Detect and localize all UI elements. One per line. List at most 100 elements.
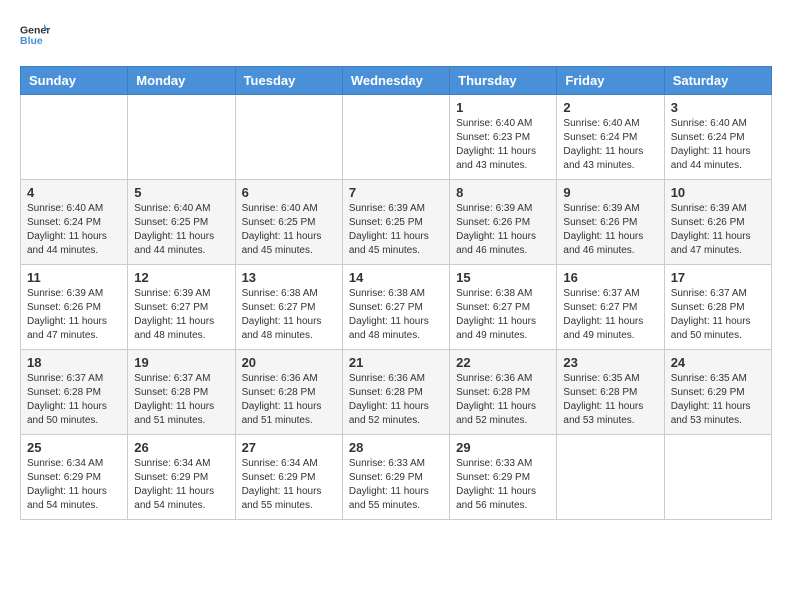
calendar-cell: 8 Sunrise: 6:39 AM Sunset: 6:26 PM Daylig… — [450, 180, 557, 265]
day-info: Sunrise: 6:36 AM Sunset: 6:28 PM Dayligh… — [349, 372, 443, 428]
calendar-cell: 9Sunrise: 6:39 AM Sunset: 6:26 PM Daylig… — [557, 180, 664, 265]
calendar-week-row: 1 Sunrise: 6:40 AM Sunset: 6:23 PM Daylig… — [21, 95, 772, 180]
svg-text:Blue: Blue — [20, 35, 43, 47]
day-number: 19 — [134, 355, 228, 370]
day-number: 8 — [456, 185, 550, 200]
day-info: Sunrise: 6:39 AM Sunset: 6:25 PM Dayligh… — [349, 202, 443, 258]
day-info: Sunrise: 6:33 AM Sunset: 6:29 PM Dayligh… — [349, 457, 443, 513]
calendar-cell: 13 Sunrise: 6:38 AM Sunset: 6:27 PM Dayli… — [235, 265, 342, 350]
day-number: 22 — [456, 355, 550, 370]
day-number: 18 — [27, 355, 121, 370]
day-number: 21 — [349, 355, 443, 370]
calendar-week-row: 18 Sunrise: 6:37 AM Sunset: 6:28 PM Dayli… — [21, 350, 772, 435]
day-info: Sunrise: 6:36 AM Sunset: 6:28 PM Dayligh… — [456, 372, 550, 428]
column-header-tuesday: Tuesday — [235, 67, 342, 95]
calendar-cell: 19 Sunrise: 6:37 AM Sunset: 6:28 PM Dayli… — [128, 350, 235, 435]
day-number: 17 — [671, 270, 765, 285]
day-info: Sunrise: 6:36 AM Sunset: 6:28 PM Dayligh… — [242, 372, 336, 428]
calendar-table: SundayMondayTuesdayWednesdayThursdayFrid… — [20, 66, 772, 520]
calendar-cell: 17 Sunrise: 6:37 AM Sunset: 6:28 PM Dayli… — [664, 265, 771, 350]
day-info: Sunrise: 6:37 AM Sunset: 6:28 PM Dayligh… — [27, 372, 121, 428]
day-number: 13 — [242, 270, 336, 285]
day-number: 20 — [242, 355, 336, 370]
calendar-cell — [128, 95, 235, 180]
day-info: Sunrise: 6:40 AM Sunset: 6:25 PM Dayligh… — [242, 202, 336, 258]
day-info: Sunrise: 6:38 AM Sunset: 6:27 PM Dayligh… — [242, 287, 336, 343]
column-header-saturday: Saturday — [664, 67, 771, 95]
calendar-week-row: 4 Sunrise: 6:40 AM Sunset: 6:24 PM Daylig… — [21, 180, 772, 265]
day-info: Sunrise: 6:40 AM Sunset: 6:24 PM Dayligh… — [671, 117, 765, 173]
day-info: Sunrise: 6:40 AM Sunset: 6:24 PM Dayligh… — [27, 202, 121, 258]
day-number: 11 — [27, 270, 121, 285]
day-number: 25 — [27, 440, 121, 455]
calendar-cell: 24 Sunrise: 6:35 AM Sunset: 6:29 PM Dayli… — [664, 350, 771, 435]
calendar-cell: 25 Sunrise: 6:34 AM Sunset: 6:29 PM Dayli… — [21, 435, 128, 520]
calendar-cell: 2Sunrise: 6:40 AM Sunset: 6:24 PM Daylig… — [557, 95, 664, 180]
calendar-header-row: SundayMondayTuesdayWednesdayThursdayFrid… — [21, 67, 772, 95]
column-header-monday: Monday — [128, 67, 235, 95]
calendar-cell: 10 Sunrise: 6:39 AM Sunset: 6:26 PM Dayli… — [664, 180, 771, 265]
day-number: 12 — [134, 270, 228, 285]
logo-icon: General Blue — [20, 20, 50, 50]
day-number: 26 — [134, 440, 228, 455]
calendar-cell: 27Sunrise: 6:34 AM Sunset: 6:29 PM Dayli… — [235, 435, 342, 520]
day-number: 1 — [456, 100, 550, 115]
day-info: Sunrise: 6:39 AM Sunset: 6:27 PM Dayligh… — [134, 287, 228, 343]
calendar-cell: 18 Sunrise: 6:37 AM Sunset: 6:28 PM Dayli… — [21, 350, 128, 435]
day-number: 3 — [671, 100, 765, 115]
day-number: 24 — [671, 355, 765, 370]
calendar-cell: 23Sunrise: 6:35 AM Sunset: 6:28 PM Dayli… — [557, 350, 664, 435]
day-number: 27 — [242, 440, 336, 455]
calendar-cell — [21, 95, 128, 180]
day-info: Sunrise: 6:40 AM Sunset: 6:23 PM Dayligh… — [456, 117, 550, 173]
calendar-cell: 7 Sunrise: 6:39 AM Sunset: 6:25 PM Daylig… — [342, 180, 449, 265]
logo: General Blue — [20, 20, 50, 50]
calendar-cell: 3 Sunrise: 6:40 AM Sunset: 6:24 PM Daylig… — [664, 95, 771, 180]
day-number: 28 — [349, 440, 443, 455]
calendar-cell — [342, 95, 449, 180]
day-info: Sunrise: 6:40 AM Sunset: 6:24 PM Dayligh… — [563, 117, 657, 173]
calendar-cell: 15Sunrise: 6:38 AM Sunset: 6:27 PM Dayli… — [450, 265, 557, 350]
calendar-cell: 14 Sunrise: 6:38 AM Sunset: 6:27 PM Dayli… — [342, 265, 449, 350]
calendar-cell: 5 Sunrise: 6:40 AM Sunset: 6:25 PM Daylig… — [128, 180, 235, 265]
day-info: Sunrise: 6:39 AM Sunset: 6:26 PM Dayligh… — [563, 202, 657, 258]
column-header-thursday: Thursday — [450, 67, 557, 95]
calendar-cell: 16Sunrise: 6:37 AM Sunset: 6:27 PM Dayli… — [557, 265, 664, 350]
calendar-cell: 21 Sunrise: 6:36 AM Sunset: 6:28 PM Dayli… — [342, 350, 449, 435]
calendar-week-row: 25 Sunrise: 6:34 AM Sunset: 6:29 PM Dayli… — [21, 435, 772, 520]
calendar-cell: 6Sunrise: 6:40 AM Sunset: 6:25 PM Daylig… — [235, 180, 342, 265]
day-info: Sunrise: 6:35 AM Sunset: 6:29 PM Dayligh… — [671, 372, 765, 428]
calendar-cell: 1 Sunrise: 6:40 AM Sunset: 6:23 PM Daylig… — [450, 95, 557, 180]
column-header-friday: Friday — [557, 67, 664, 95]
calendar-cell: 4 Sunrise: 6:40 AM Sunset: 6:24 PM Daylig… — [21, 180, 128, 265]
calendar-cell: 11Sunrise: 6:39 AM Sunset: 6:26 PM Dayli… — [21, 265, 128, 350]
calendar-cell — [235, 95, 342, 180]
calendar-cell: 12 Sunrise: 6:39 AM Sunset: 6:27 PM Dayli… — [128, 265, 235, 350]
day-info: Sunrise: 6:37 AM Sunset: 6:28 PM Dayligh… — [134, 372, 228, 428]
page-header: General Blue — [20, 20, 772, 50]
calendar-cell: 26 Sunrise: 6:34 AM Sunset: 6:29 PM Dayli… — [128, 435, 235, 520]
calendar-cell: 28 Sunrise: 6:33 AM Sunset: 6:29 PM Dayli… — [342, 435, 449, 520]
day-info: Sunrise: 6:37 AM Sunset: 6:28 PM Dayligh… — [671, 287, 765, 343]
day-info: Sunrise: 6:34 AM Sunset: 6:29 PM Dayligh… — [134, 457, 228, 513]
column-header-wednesday: Wednesday — [342, 67, 449, 95]
day-number: 23 — [563, 355, 657, 370]
day-number: 10 — [671, 185, 765, 200]
day-info: Sunrise: 6:39 AM Sunset: 6:26 PM Dayligh… — [456, 202, 550, 258]
day-number: 4 — [27, 185, 121, 200]
day-number: 7 — [349, 185, 443, 200]
calendar-cell: 20 Sunrise: 6:36 AM Sunset: 6:28 PM Dayli… — [235, 350, 342, 435]
day-info: Sunrise: 6:38 AM Sunset: 6:27 PM Dayligh… — [349, 287, 443, 343]
day-number: 14 — [349, 270, 443, 285]
calendar-cell — [557, 435, 664, 520]
day-info: Sunrise: 6:33 AM Sunset: 6:29 PM Dayligh… — [456, 457, 550, 513]
day-info: Sunrise: 6:34 AM Sunset: 6:29 PM Dayligh… — [27, 457, 121, 513]
column-header-sunday: Sunday — [21, 67, 128, 95]
day-number: 16 — [563, 270, 657, 285]
day-info: Sunrise: 6:40 AM Sunset: 6:25 PM Dayligh… — [134, 202, 228, 258]
calendar-week-row: 11Sunrise: 6:39 AM Sunset: 6:26 PM Dayli… — [21, 265, 772, 350]
day-number: 29 — [456, 440, 550, 455]
calendar-cell: 29 Sunrise: 6:33 AM Sunset: 6:29 PM Dayli… — [450, 435, 557, 520]
day-info: Sunrise: 6:39 AM Sunset: 6:26 PM Dayligh… — [671, 202, 765, 258]
day-number: 5 — [134, 185, 228, 200]
